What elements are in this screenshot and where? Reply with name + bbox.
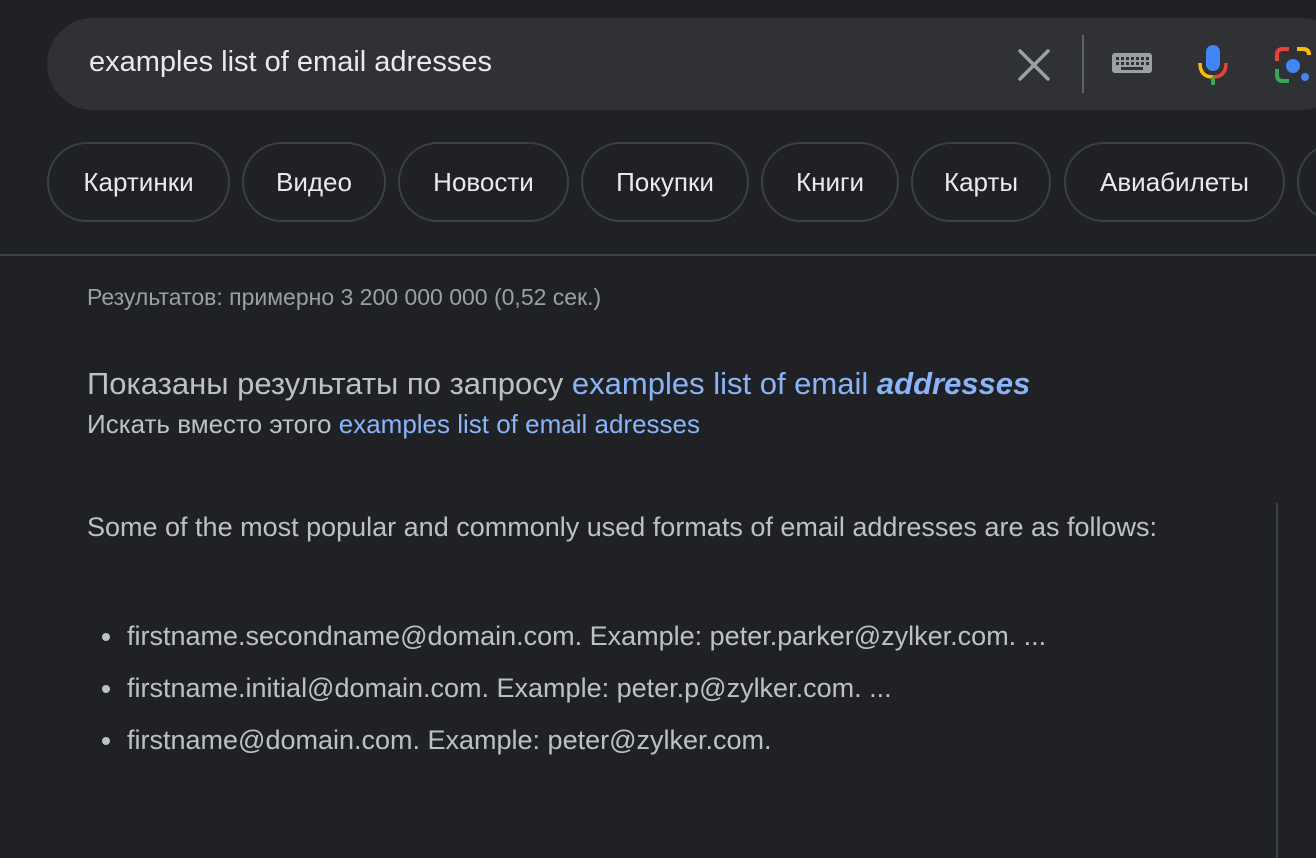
- showing-results-label: Показаны результаты по запросу: [87, 366, 564, 401]
- search-instead-label: Искать вместо этого: [87, 409, 332, 439]
- list-item: firstname.secondname@domain.com. Example…: [87, 612, 1227, 660]
- search-input[interactable]: examples list of email adresses: [89, 46, 492, 79]
- chip-shopping[interactable]: Покупки: [581, 142, 749, 222]
- corrected-query-link[interactable]: examples list of email addresses: [572, 366, 1030, 401]
- chip-books[interactable]: Книги: [761, 142, 899, 222]
- microphone-icon[interactable]: [1197, 43, 1229, 87]
- featured-snippet-list: firstname.secondname@domain.com. Example…: [87, 612, 1227, 768]
- featured-snippet-intro: Some of the most popular and commonly us…: [87, 512, 1158, 542]
- chip-more[interactable]: [1297, 142, 1316, 222]
- spelling-correction: Показаны результаты по запросу examples …: [87, 366, 1030, 402]
- header-divider: [0, 254, 1316, 256]
- chip-video[interactable]: Видео: [242, 142, 386, 222]
- chip-flights[interactable]: Авиабилеты: [1064, 142, 1285, 222]
- keyboard-icon[interactable]: [1111, 51, 1153, 77]
- results-stats: Результатов: примерно 3 200 000 000 (0,5…: [87, 284, 602, 310]
- chip-news[interactable]: Новости: [398, 142, 569, 222]
- list-item: firstname@domain.com. Example: peter@zyl…: [87, 716, 1227, 764]
- list-item: firstname.initial@domain.com. Example: p…: [87, 664, 1227, 712]
- chip-images[interactable]: Картинки: [47, 142, 230, 222]
- search-bar[interactable]: examples list of email adresses: [47, 18, 1316, 110]
- camera-lens-icon[interactable]: [1273, 45, 1313, 85]
- search-results-page: examples list of email adresses Картинки…: [0, 0, 1316, 858]
- close-icon[interactable]: [1015, 46, 1053, 84]
- search-filter-chips: Картинки Видео Новости Покупки Книги Кар…: [47, 142, 1316, 222]
- search-instead: Искать вместо этого examples list of ema…: [87, 409, 700, 440]
- snippet-side-divider: [1276, 503, 1278, 858]
- chip-maps[interactable]: Карты: [911, 142, 1051, 222]
- search-bar-divider: [1082, 35, 1084, 93]
- original-query-link[interactable]: examples list of email adresses: [339, 409, 700, 439]
